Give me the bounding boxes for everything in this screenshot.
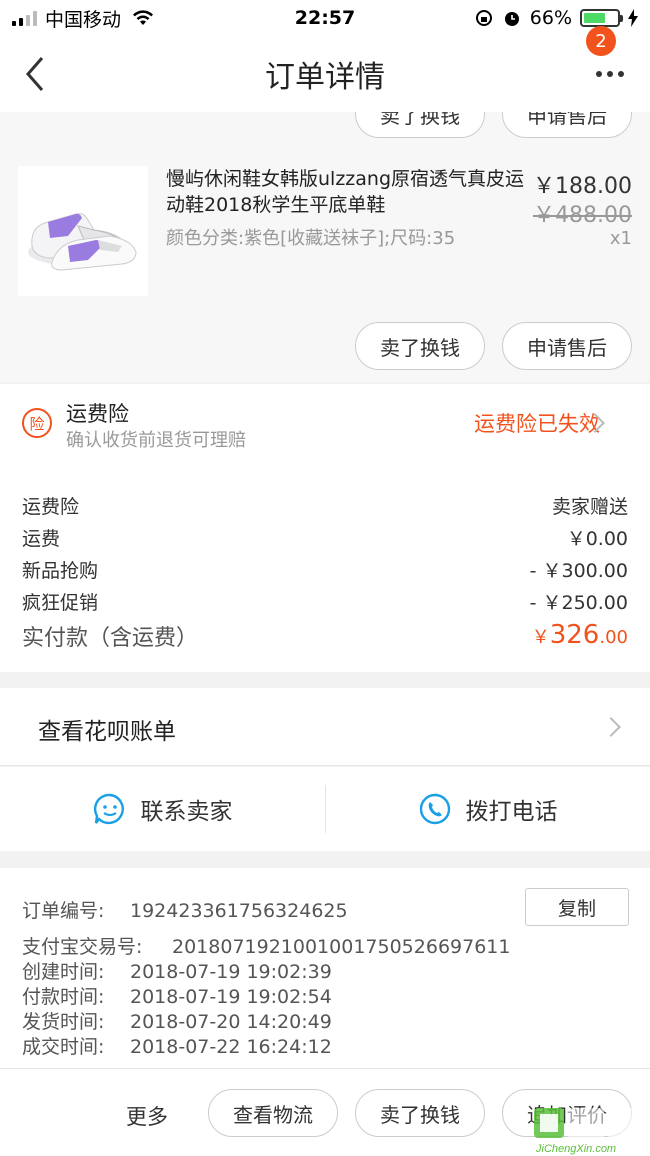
sell-button[interactable]: 卖了换钱 — [355, 322, 485, 370]
total-label: 实付款（含运费） — [22, 626, 199, 651]
page-title: 订单详情 — [265, 60, 385, 95]
created-time-value: 2018-07-19 19:02:39 — [130, 961, 332, 983]
view-logistics-button[interactable]: 查看物流 — [208, 1089, 338, 1137]
status-bar: 中国移动 22:57 66% — [0, 0, 650, 36]
total-decimal: .00 — [599, 627, 628, 648]
created-time-row: 创建时间: 2018-07-19 19:02:39 — [22, 957, 332, 984]
wifi-icon — [133, 10, 154, 25]
fee-label: 疯狂促销 — [22, 592, 99, 614]
carrier-name: 中国移动 — [45, 8, 122, 31]
shipping-insurance-row[interactable]: 险 运费险 确认收货前退货可理赔 运费险已失效 — [0, 384, 650, 460]
huabei-bill-label: 查看花呗账单 — [38, 719, 176, 745]
shipped-time-value: 2018-07-20 14:20:49 — [130, 1011, 332, 1033]
signal-icon — [12, 10, 37, 26]
after-sale-button-peek[interactable]: 申请售后 — [502, 112, 632, 138]
scrolled-action-row: 卖了换钱 申请售后 — [0, 112, 650, 152]
paid-time-value: 2018-07-19 19:02:54 — [130, 986, 332, 1008]
product-card[interactable]: 慢屿休闲鞋女韩版ulzzang原宿透气真皮运动鞋2018秋学生平底单鞋 颜色分类… — [0, 152, 650, 382]
nav-bar: 订单详情 2 — [0, 26, 650, 112]
charging-icon — [628, 9, 638, 27]
contact-seller-button[interactable]: 联系卖家 — [0, 767, 325, 851]
call-button[interactable]: 拨打电话 — [325, 767, 650, 851]
add-review-button[interactable]: 追加评价 — [502, 1089, 632, 1137]
call-label: 拨打电话 — [465, 799, 558, 825]
order-number-label: 订单编号: — [22, 900, 105, 922]
alipay-number-row: 支付宝交易号: 2018071921001001750526697611 — [22, 932, 510, 959]
completed-time-value: 2018-07-22 16:24:12 — [130, 1036, 332, 1058]
order-info-section: 订单编号: 192423361756324625 复制 支付宝交易号: 201807… — [0, 868, 650, 1068]
battery-percent: 66% — [529, 7, 572, 29]
phone-icon — [419, 793, 450, 825]
insurance-title: 运费险 — [66, 402, 129, 426]
paid-time-label: 付款时间: — [22, 986, 105, 1008]
fee-label: 运费险 — [22, 496, 80, 518]
huabei-bill-row[interactable]: 查看花呗账单 — [0, 688, 650, 766]
more-menu-button[interactable]: 2 — [586, 26, 630, 86]
insurance-subtitle: 确认收货前退货可理赔 — [66, 430, 246, 451]
more-button[interactable]: 更多 — [126, 1101, 168, 1131]
back-icon[interactable] — [20, 54, 50, 94]
orientation-lock-icon — [475, 10, 492, 26]
fee-value: - ￥250.00 — [529, 592, 628, 614]
chat-face-icon — [93, 793, 124, 825]
product-title[interactable]: 慢屿休闲鞋女韩版ulzzang原宿透气真皮运动鞋2018秋学生平底单鞋 — [166, 166, 526, 218]
product-quantity: x1 — [609, 228, 632, 249]
chevron-right-icon — [601, 717, 621, 737]
fee-label: 运费 — [22, 528, 61, 550]
product-price: ￥188.00 — [533, 174, 632, 199]
product-spec: 颜色分类:紫色[收藏送袜子];尺码:35 — [166, 228, 456, 249]
shoe-image — [18, 166, 148, 296]
completed-time-row: 成交时间: 2018-07-22 16:24:12 — [22, 1032, 332, 1059]
fee-label: 新品抢购 — [22, 560, 99, 582]
total-amount: ￥326.00 — [532, 620, 628, 650]
fee-value: ￥0.00 — [566, 528, 628, 550]
shipped-time-row: 发货时间: 2018-07-20 14:20:49 — [22, 1007, 332, 1034]
alipay-number-value: 2018071921001001750526697611 — [172, 936, 511, 958]
paid-time-row: 付款时间: 2018-07-19 19:02:54 — [22, 982, 332, 1009]
contact-bar: 联系卖家 拨打电话 — [0, 767, 650, 851]
product-thumbnail[interactable] — [18, 166, 148, 296]
shipped-time-label: 发货时间: — [22, 1011, 105, 1033]
order-number-row: 订单编号: 192423361756324625 — [22, 896, 348, 923]
battery-icon — [580, 9, 623, 27]
sell-button-peek[interactable]: 卖了换钱 — [355, 112, 485, 138]
contact-seller-label: 联系卖家 — [140, 799, 233, 825]
insurance-status[interactable]: 运费险已失效 — [474, 408, 600, 438]
fee-value: 卖家赠送 — [551, 496, 628, 518]
alipay-number-label: 支付宝交易号: — [22, 936, 143, 958]
fee-value: - ￥300.00 — [529, 560, 628, 582]
alarm-icon — [504, 12, 519, 26]
completed-time-label: 成交时间: — [22, 1036, 105, 1058]
bottom-action-bar: 更多 查看物流 卖了换钱 追加评价 — [0, 1068, 650, 1156]
insurance-icon: 险 — [22, 408, 52, 438]
created-time-label: 创建时间: — [22, 961, 105, 983]
fee-summary: 运费险 卖家赠送 运费 ￥0.00 新品抢购 - ￥300.00 疯狂促销 - … — [0, 460, 650, 672]
sell-button-bottom[interactable]: 卖了换钱 — [355, 1089, 485, 1137]
total-currency: ￥ — [531, 627, 550, 648]
product-original-price: ￥488.00 — [533, 203, 632, 228]
after-sale-button[interactable]: 申请售后 — [502, 322, 632, 370]
copy-button[interactable]: 复制 — [525, 888, 629, 926]
total-integer: 326 — [549, 620, 600, 650]
notification-badge: 2 — [586, 26, 616, 56]
order-number-value: 192423361756324625 — [130, 900, 348, 922]
more-dots-icon — [596, 71, 602, 77]
